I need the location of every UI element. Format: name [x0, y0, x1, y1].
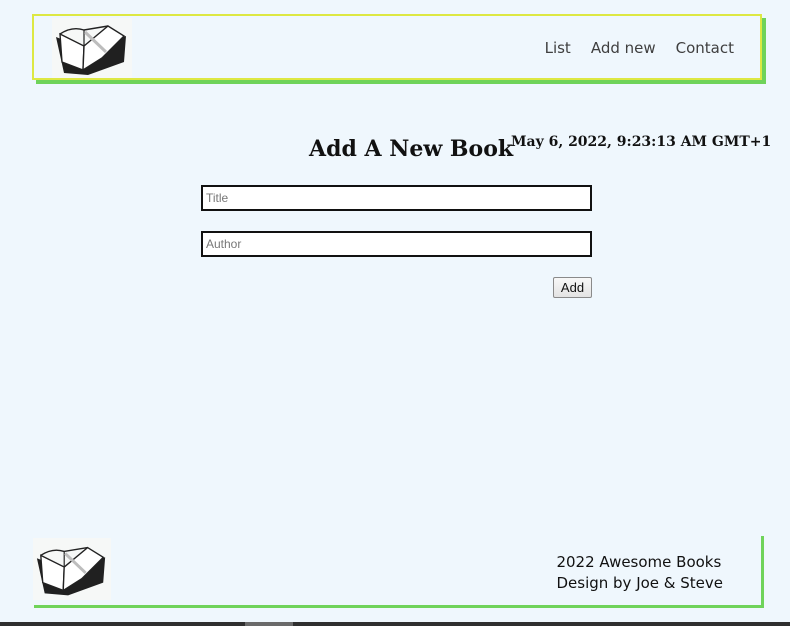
scrollbar-thumb[interactable]	[245, 622, 293, 626]
site-header: List Add new Contact	[32, 14, 762, 80]
nav-item-contact: Contact	[676, 38, 734, 57]
current-datetime: May 6, 2022, 9:23:13 AM GMT+1	[511, 134, 772, 150]
nav-link-list[interactable]: List	[545, 39, 571, 57]
header-logo[interactable]	[52, 18, 132, 78]
page-title: Add A New Book	[309, 136, 514, 162]
open-book-icon	[56, 25, 126, 75]
footer-logo	[33, 538, 111, 600]
horizontal-scrollbar[interactable]	[0, 622, 790, 626]
nav-link-add-new[interactable]: Add new	[591, 39, 656, 57]
nav-link-contact[interactable]: Contact	[676, 39, 734, 57]
open-book-icon	[36, 546, 106, 596]
nav-item-list: List	[545, 38, 571, 57]
title-input[interactable]	[201, 185, 592, 211]
footer-text: 2022 Awesome Books Design by Joe & Steve	[556, 552, 723, 594]
main-nav: List Add new Contact	[545, 38, 734, 57]
author-input[interactable]	[201, 231, 592, 257]
site-footer: 2022 Awesome Books Design by Joe & Steve	[33, 536, 764, 608]
footer-credits: Design by Joe & Steve	[556, 574, 723, 592]
footer-copyright: 2022 Awesome Books	[556, 553, 722, 571]
nav-item-add-new: Add new	[591, 38, 656, 57]
add-button[interactable]: Add	[553, 277, 592, 298]
